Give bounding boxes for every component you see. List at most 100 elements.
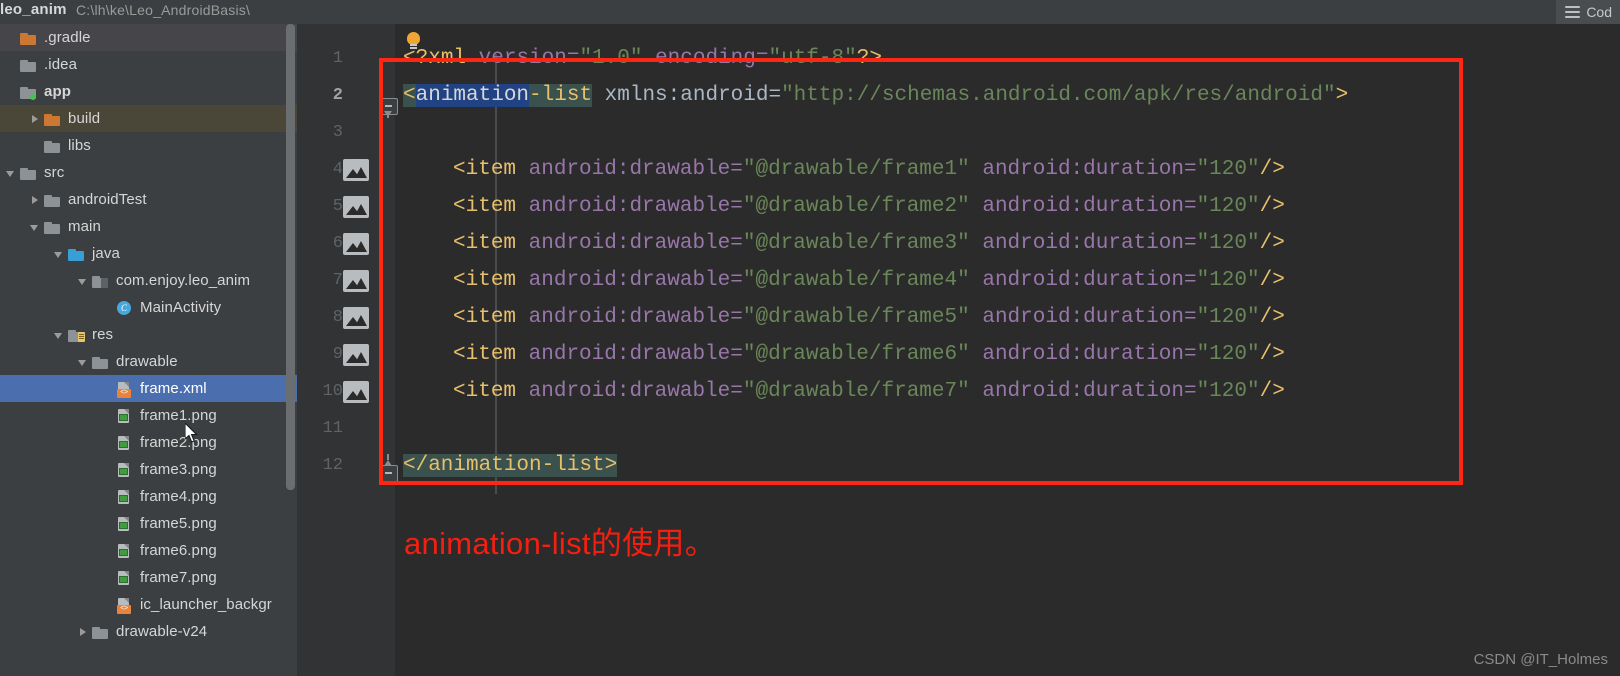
intention-bulb-icon[interactable] <box>407 32 420 46</box>
line-number: 11 <box>322 419 343 438</box>
xml-file-icon: <> <box>116 381 134 398</box>
top-bar: leo_anim C:\lh\ke\Leo_AndroidBasis\ Cod <box>0 0 1620 24</box>
png-file-icon <box>116 435 134 451</box>
arrow-placeholder <box>4 85 18 99</box>
line-number: 8 <box>332 308 343 327</box>
tree-item-frame1.png[interactable]: frame1.png <box>0 402 297 429</box>
image-preview-icon[interactable] <box>343 158 369 181</box>
tree-item-com.enjoy.leo_anim[interactable]: com.enjoy.leo_anim <box>0 267 297 294</box>
line-number: 1 <box>332 49 343 68</box>
tree-item-label: .idea <box>44 56 78 73</box>
annotation-rectangle <box>379 58 1463 485</box>
folder-icon <box>20 165 38 181</box>
arrow-placeholder <box>100 571 114 585</box>
tree-item-label: com.enjoy.leo_anim <box>116 272 251 289</box>
line-number: 2 <box>332 86 343 105</box>
tree-item-label: src <box>44 164 65 181</box>
mouse-cursor-icon <box>185 423 198 443</box>
arrow-placeholder <box>4 58 18 72</box>
tree-item-label: frame.xml <box>140 380 207 397</box>
png-file-icon <box>116 543 134 559</box>
arrow-placeholder <box>100 436 114 450</box>
annotation-caption: animation-list的使用。 <box>404 526 717 561</box>
line-number: 10 <box>322 382 343 401</box>
folder-icon <box>44 111 62 127</box>
png-file-icon <box>116 408 134 424</box>
collapse-arrow-icon[interactable] <box>4 166 18 180</box>
android-studio-window: leo_anim C:\lh\ke\Leo_AndroidBasis\ Cod … <box>0 0 1620 676</box>
tree-item-label: frame6.png <box>140 542 217 559</box>
tree-item-label: frame5.png <box>140 515 217 532</box>
tree-scrollbar[interactable] <box>286 24 295 490</box>
tree-item-java[interactable]: java <box>0 240 297 267</box>
arrow-placeholder <box>4 31 18 45</box>
tree-item-androidtest[interactable]: androidTest <box>0 186 297 213</box>
tree-item-label: ic_launcher_backgr <box>140 596 272 613</box>
resource-folder-icon <box>68 327 86 343</box>
tree-item-mainactivity[interactable]: C MainActivity <box>0 294 297 321</box>
collapse-arrow-icon[interactable] <box>52 247 66 261</box>
tree-item-.idea[interactable]: .idea <box>0 51 297 78</box>
arrow-placeholder <box>100 490 114 504</box>
tree-item-label: frame4.png <box>140 488 217 505</box>
arrow-placeholder <box>100 409 114 423</box>
arrow-placeholder <box>100 544 114 558</box>
tree-item-drawable[interactable]: drawable <box>0 348 297 375</box>
expand-arrow-icon[interactable] <box>28 112 42 126</box>
tree-item-drawable-v24[interactable]: drawable-v24 <box>0 618 297 645</box>
image-preview-icon[interactable] <box>343 269 369 292</box>
expand-arrow-icon[interactable] <box>28 193 42 207</box>
png-file-icon <box>116 489 134 505</box>
tree-item-src[interactable]: src <box>0 159 297 186</box>
tree-item-main[interactable]: main <box>0 213 297 240</box>
tree-item-frame4.png[interactable]: frame4.png <box>0 483 297 510</box>
tree-item-frame3.png[interactable]: frame3.png <box>0 456 297 483</box>
line-number: 4 <box>332 160 343 179</box>
tree-item-label: libs <box>68 137 91 154</box>
collapse-arrow-icon[interactable] <box>76 355 90 369</box>
watermark: CSDN @IT_Holmes <box>1473 651 1608 668</box>
folder-icon <box>68 246 86 262</box>
tree-item-.gradle[interactable]: .gradle <box>0 24 297 51</box>
tree-item-label: frame7.png <box>140 569 217 586</box>
collapse-arrow-icon[interactable] <box>76 274 90 288</box>
expand-arrow-icon[interactable] <box>76 625 90 639</box>
image-preview-icon[interactable] <box>343 343 369 366</box>
collapse-arrow-icon[interactable] <box>28 220 42 234</box>
tree-item-frame5.png[interactable]: frame5.png <box>0 510 297 537</box>
image-preview-icon[interactable] <box>343 195 369 218</box>
tree-item-frame6.png[interactable]: frame6.png <box>0 537 297 564</box>
folder-icon <box>20 30 38 46</box>
image-preview-icon[interactable] <box>343 380 369 403</box>
folder-icon <box>92 624 110 640</box>
arrow-placeholder <box>100 517 114 531</box>
tree-item-label: drawable <box>116 353 178 370</box>
tree-item-label: frame2.png <box>140 434 217 451</box>
image-preview-icon[interactable] <box>343 306 369 329</box>
tree-item-label: androidTest <box>68 191 147 208</box>
tree-item-label: frame3.png <box>140 461 217 478</box>
line-number: 3 <box>332 123 343 142</box>
tree-item-libs[interactable]: libs <box>0 132 297 159</box>
tree-item-res[interactable]: res <box>0 321 297 348</box>
arrow-placeholder <box>100 463 114 477</box>
module-folder-icon <box>20 84 38 100</box>
tree-item-frame2.png[interactable]: frame2.png <box>0 429 297 456</box>
tree-item-build[interactable]: build <box>0 105 297 132</box>
tree-item-app[interactable]: app <box>0 78 297 105</box>
tree-item-frame.xml[interactable]: <> frame.xml <box>0 375 297 402</box>
tree-item-ic_launcher_backgr[interactable]: <> ic_launcher_backgr <box>0 591 297 618</box>
package-folder-icon <box>92 273 110 289</box>
project-tree[interactable]: .gradle .idea app build libs src androidTest ma… <box>0 24 297 676</box>
line-number: 12 <box>322 456 343 475</box>
tree-item-label: java <box>92 245 120 262</box>
tree-item-label: res <box>92 326 114 343</box>
line-number: 6 <box>332 234 343 253</box>
tree-item-frame7.png[interactable]: frame7.png <box>0 564 297 591</box>
folder-icon <box>92 354 110 370</box>
image-preview-icon[interactable] <box>343 232 369 255</box>
tree-item-label: build <box>68 110 101 127</box>
code-panel-tab[interactable]: Cod <box>1556 0 1620 24</box>
collapse-arrow-icon[interactable] <box>52 328 66 342</box>
tree-item-label: frame1.png <box>140 407 217 424</box>
